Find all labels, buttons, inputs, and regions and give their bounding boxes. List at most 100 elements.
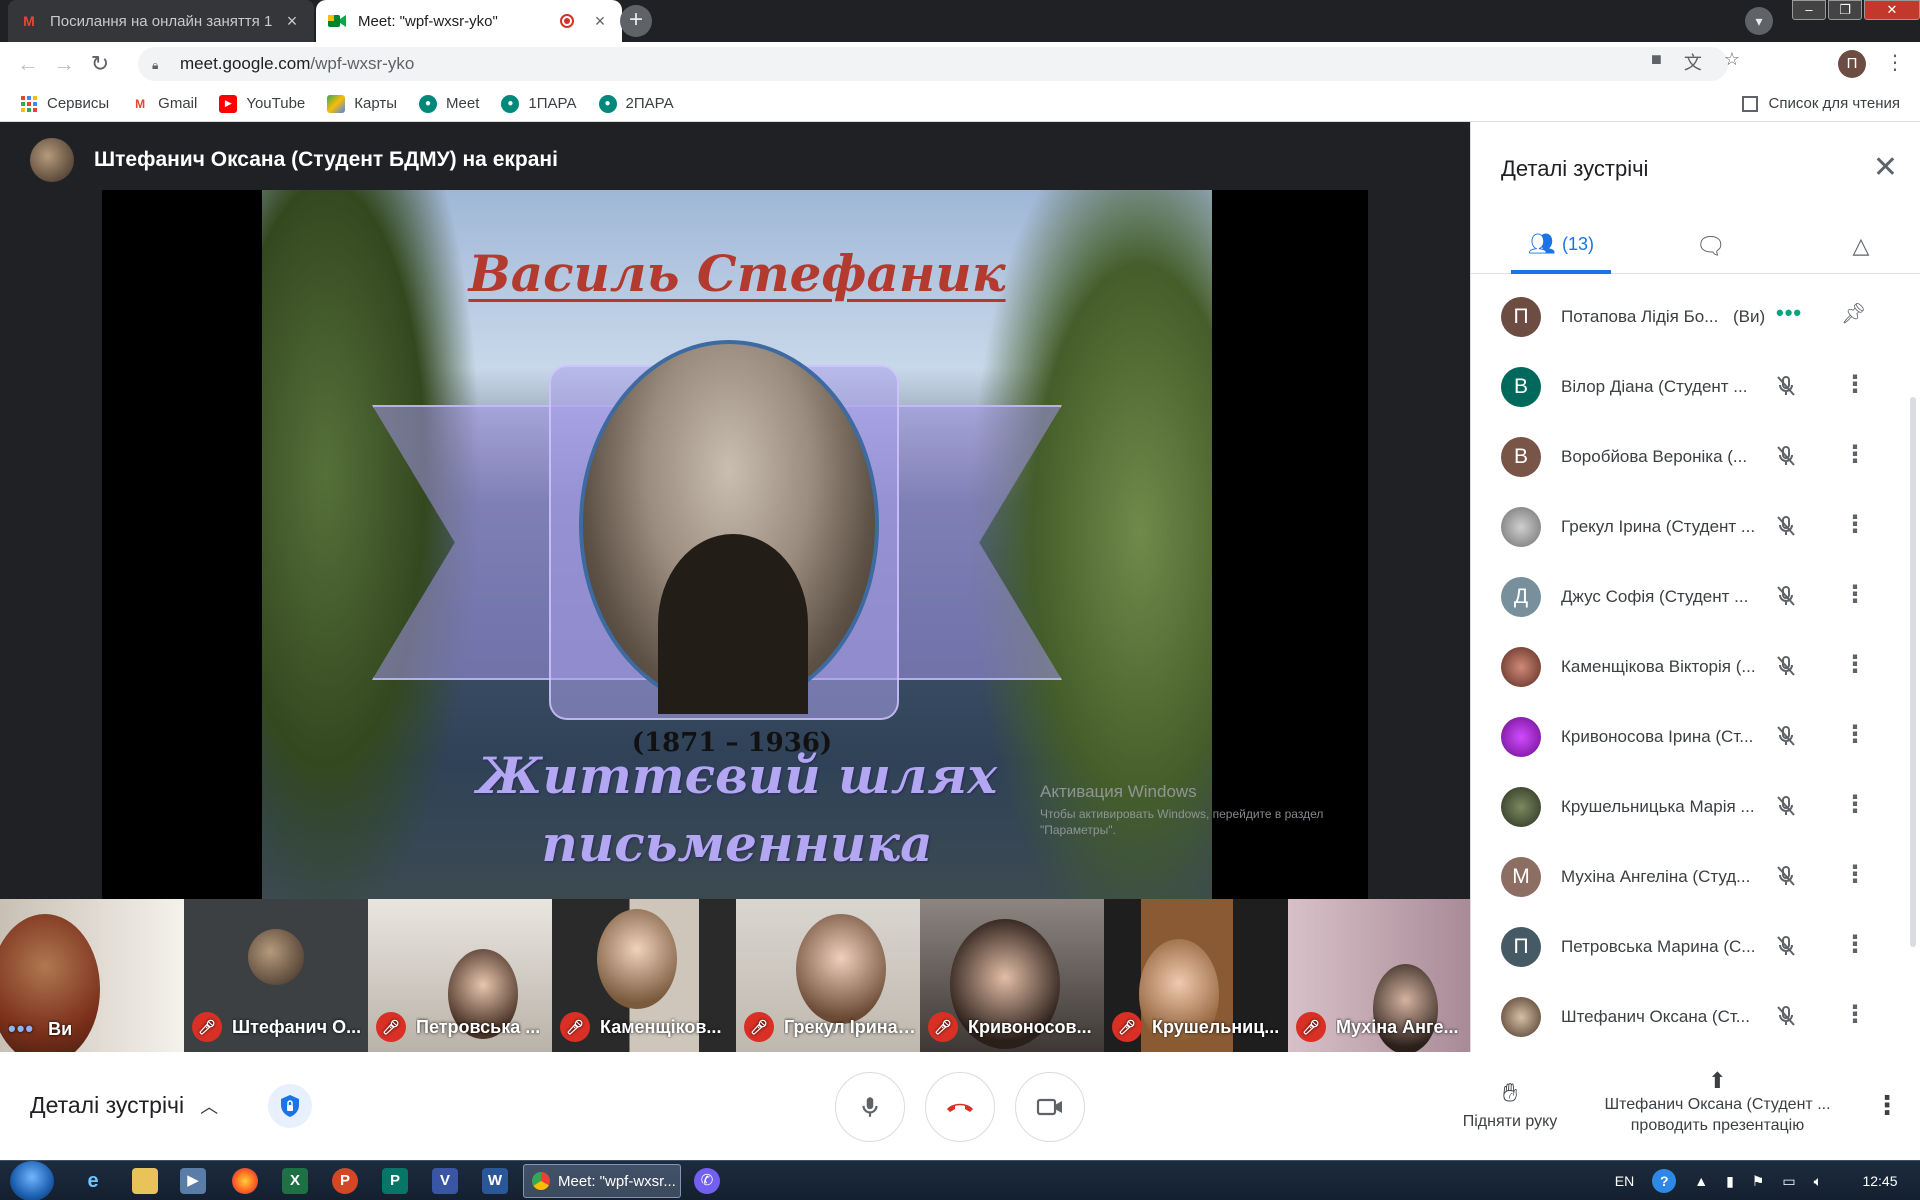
more-options-icon[interactable]: ⋮ <box>1843 440 1867 469</box>
more-options-icon[interactable]: ⋮ <box>1843 1000 1867 1029</box>
participant-row[interactable]: М Мухіна Ангеліна (Студ... ⋮ <box>1471 842 1911 912</box>
more-options-icon[interactable]: ⋮ <box>1843 650 1867 679</box>
people-icon: 👥︎ <box>1528 231 1556 256</box>
presenting-line2: проводить презентацію <box>1630 1117 1805 1134</box>
presenter-avatar <box>30 138 74 182</box>
bookmark-star-icon[interactable]: ☆ <box>1724 49 1740 75</box>
bookmark-meet[interactable]: ● Meet <box>419 94 479 113</box>
reading-list-button[interactable]: Список для чтения <box>1742 95 1900 112</box>
host-controls-shield-icon[interactable] <box>268 1084 312 1128</box>
window-close-button[interactable]: ✕ <box>1864 0 1920 20</box>
forward-icon[interactable]: → <box>46 51 82 77</box>
file-explorer-icon[interactable] <box>132 1168 158 1194</box>
firefox-icon[interactable] <box>232 1168 258 1194</box>
bookmark-gmail[interactable]: M Gmail <box>131 95 197 113</box>
more-options-icon[interactable]: ⋮ <box>1843 510 1867 539</box>
language-indicator[interactable]: EN <box>1615 1173 1634 1189</box>
bookmark-label: Карты <box>354 95 398 112</box>
media-player-icon[interactable]: ▶ <box>180 1168 206 1194</box>
meeting-details-button[interactable]: Деталі зустрічі ︿ <box>30 1092 218 1119</box>
camera-permission-icon[interactable]: ■ <box>1651 49 1662 75</box>
more-options-icon[interactable]: ⋮ <box>1843 790 1867 819</box>
bookmark-services[interactable]: Сервисы <box>20 95 109 113</box>
participant-row[interactable]: Д Джус Софія (Студент ... ⋮ <box>1471 562 1911 632</box>
participant-row[interactable]: П Потапова Лідія Бо... (Ви) ••• 📌︎ <box>1471 282 1911 352</box>
minimize-button[interactable]: – <box>1792 0 1826 20</box>
participant-tile[interactable]: 🎤︎ Кривоносов... <box>920 899 1104 1052</box>
start-button[interactable] <box>10 1161 54 1200</box>
maximize-button[interactable]: ❐ <box>1828 0 1862 20</box>
participant-tile[interactable]: 🎤︎ Крушельниц... <box>1104 899 1288 1052</box>
more-options-icon[interactable]: ⋮ <box>1843 720 1867 749</box>
participant-tile[interactable]: 🎤︎ Каменщіков... <box>552 899 736 1052</box>
browser-tab-0[interactable]: M Посилання на онлайн заняття 1 × <box>8 0 314 42</box>
camera-button[interactable] <box>1015 1072 1085 1142</box>
tab-activities[interactable]: △ <box>1831 218 1891 274</box>
participant-row[interactable]: П Петровська Марина (С... ⋮ <box>1471 912 1911 982</box>
participant-row[interactable]: В Воробйова Вероніка (... ⋮ <box>1471 422 1911 492</box>
translate-icon[interactable]: 文 <box>1684 49 1702 75</box>
meet-icon: ● <box>598 94 617 113</box>
close-tab-icon[interactable]: × <box>282 11 302 32</box>
meet-control-bar: Деталі зустрічі ︿ ✋︎ Підняти руку ⬆︎ Ште… <box>0 1052 1920 1160</box>
taskbar-clock[interactable]: 12:45 <box>1840 1173 1920 1189</box>
network-icon[interactable]: ▮ <box>1726 1173 1734 1190</box>
volume-icon[interactable]: 🔈︎ <box>1814 1173 1822 1190</box>
more-options-icon[interactable]: ⋮ <box>1843 930 1867 959</box>
excel-icon[interactable]: X <box>282 1168 308 1194</box>
participant-row[interactable]: Штефанич Оксана (Ст... ⋮ <box>1471 982 1911 1052</box>
taskbar-chrome-task[interactable]: Meet: "wpf-wxsr... <box>523 1164 681 1198</box>
participant-row[interactable]: Кривоносова Ірина (Ст... ⋮ <box>1471 702 1911 772</box>
participant-row[interactable]: Грекул Ірина (Студент ... ⋮ <box>1471 492 1911 562</box>
powerpoint-icon[interactable]: P <box>332 1168 358 1194</box>
participant-row[interactable]: В Вілор Діана (Студент ... ⋮ <box>1471 352 1911 422</box>
profile-avatar[interactable]: П <box>1838 50 1866 78</box>
visio-icon[interactable]: V <box>432 1168 458 1194</box>
browser-menu-icon[interactable]: ⋮ <box>1885 50 1905 75</box>
back-icon[interactable]: ← <box>10 51 46 77</box>
participant-tile[interactable]: ••• Ви <box>0 899 184 1052</box>
bookmark-maps[interactable]: Карты <box>327 94 398 113</box>
participant-tile[interactable]: 🎤︎ Мухіна Анге... <box>1288 899 1472 1052</box>
bookmark-youtube[interactable]: ▶ YouTube <box>219 94 305 113</box>
more-options-icon[interactable]: ⋮ <box>1843 580 1867 609</box>
participant-name: Крушельницька Марія ... <box>1561 797 1755 816</box>
participant-tile[interactable]: 🎤︎ Петровська ... <box>368 899 552 1052</box>
bookmark-2para[interactable]: ● 2ПАРА <box>598 94 674 113</box>
bookmark-label: 1ПАРА <box>528 95 577 112</box>
presentation-status-button[interactable]: ⬆︎ Штефанич Оксана (Студент ... проводит… <box>1595 1070 1840 1136</box>
tray-expand-icon[interactable]: ▲ <box>1694 1173 1708 1189</box>
help-icon[interactable]: ? <box>1652 1169 1677 1193</box>
more-options-icon[interactable]: ⋮ <box>1843 860 1867 889</box>
flag-icon[interactable]: ⚑ <box>1752 1173 1765 1190</box>
more-options-icon[interactable]: ⋮ <box>1843 370 1867 399</box>
participant-avatar: П <box>1501 297 1541 337</box>
leave-call-button[interactable] <box>925 1072 995 1142</box>
close-icon[interactable]: ✕ <box>1873 150 1898 185</box>
raise-hand-button[interactable]: ✋︎ Підняти руку <box>1455 1077 1565 1131</box>
tab-search-icon[interactable]: ▾ <box>1745 7 1773 35</box>
browser-tab-1[interactable]: Meet: "wpf-wxsr-yko" × <box>316 0 622 42</box>
reload-icon[interactable]: ↻ <box>82 51 118 77</box>
microphone-button[interactable] <box>835 1072 905 1142</box>
participant-label: 🎤︎ Кривоносов... <box>928 1012 1100 1042</box>
viber-icon[interactable]: ✆ <box>694 1168 720 1194</box>
participant-tile[interactable]: 🎤︎ Грекул Ірина ... <box>736 899 920 1052</box>
close-tab-icon[interactable]: × <box>590 11 610 32</box>
more-options-icon[interactable]: ⋮ <box>1874 1090 1900 1121</box>
new-tab-button[interactable]: + <box>620 5 652 37</box>
participant-row[interactable]: Каменщікова Вікторія (... ⋮ <box>1471 632 1911 702</box>
battery-icon[interactable]: ▭ <box>1782 1173 1795 1190</box>
bookmark-1para[interactable]: ● 1ПАРА <box>501 94 577 113</box>
panel-scrollbar[interactable] <box>1910 397 1916 947</box>
internet-explorer-icon[interactable]: e <box>80 1168 106 1194</box>
participant-tile[interactable]: 🎤︎ Штефанич О... <box>184 899 368 1052</box>
pin-icon[interactable]: 📌︎ <box>1841 301 1866 326</box>
recording-indicator-icon <box>560 14 574 28</box>
tab-people[interactable]: 👥︎ (13) <box>1511 218 1611 274</box>
tab-chat[interactable]: 🗨︎ <box>1681 218 1741 274</box>
publisher-icon[interactable]: P <box>382 1168 408 1194</box>
participant-row[interactable]: Крушельницька Марія ... ⋮ <box>1471 772 1911 842</box>
word-icon[interactable]: W <box>482 1168 508 1194</box>
address-bar[interactable]: 🔒︎ meet.google.com/wpf-wxsr-yko <box>138 47 1728 81</box>
